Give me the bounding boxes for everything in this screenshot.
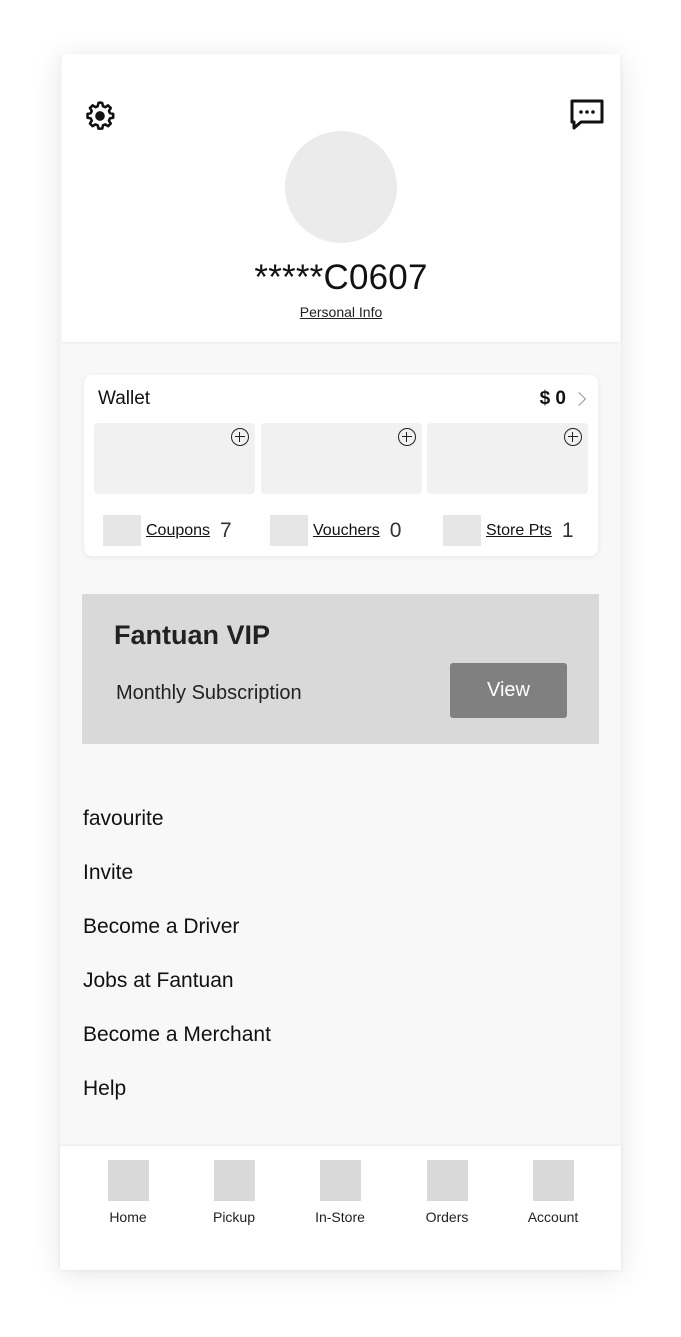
vouchers-stat[interactable]: Vouchers 0 (270, 515, 401, 546)
wallet-balance-value: $ 0 (539, 388, 566, 409)
username: *****C0607 (254, 258, 428, 297)
wallet-slot-store-pts[interactable] (427, 423, 588, 494)
orders-icon (426, 1160, 468, 1201)
personal-info-row: Personal Info (62, 304, 620, 320)
menu-list: favourite Invite Become a Driver Jobs at… (83, 800, 271, 1124)
plus-circle-icon[interactable] (231, 428, 249, 446)
chat-bubble-icon[interactable] (569, 98, 605, 132)
nav-pickup[interactable]: Pickup (194, 1160, 274, 1225)
app-screen: *****C0607 Personal Info Wallet $ 0 Coup… (60, 54, 621, 1270)
nav-label: Orders (425, 1209, 469, 1225)
plus-circle-icon[interactable] (564, 428, 582, 446)
wallet-title: Wallet (98, 388, 151, 409)
store-pts-stat[interactable]: Store Pts 1 (443, 515, 574, 546)
gear-icon[interactable] (83, 99, 117, 133)
avatar[interactable] (285, 131, 397, 243)
home-icon (107, 1160, 149, 1201)
store-icon (319, 1160, 361, 1201)
coupons-link[interactable]: Coupons (146, 522, 210, 540)
vouchers-count: 0 (389, 518, 402, 542)
nav-label: Account (527, 1209, 579, 1225)
coupon-icon (103, 515, 141, 546)
chevron-right-icon (571, 391, 587, 407)
wallet-slot-coupons[interactable] (94, 423, 255, 494)
profile-header: *****C0607 Personal Info (62, 54, 620, 342)
coupons-count: 7 (220, 518, 232, 542)
store-points-icon (443, 515, 481, 546)
nav-in-store[interactable]: In-Store (300, 1160, 380, 1225)
store-pts-count: 1 (561, 518, 574, 542)
voucher-icon (270, 515, 308, 546)
wallet-card: Wallet $ 0 Coupons 7 Vouchers 0 Store Pt… (84, 375, 598, 556)
nav-home[interactable]: Home (88, 1160, 168, 1225)
nav-orders[interactable]: Orders (407, 1160, 487, 1225)
vip-banner: Fantuan VIP Monthly Subscription View (82, 594, 599, 744)
nav-label: Home (109, 1209, 147, 1225)
vip-subtitle: Monthly Subscription (116, 682, 302, 704)
store-pts-link[interactable]: Store Pts (486, 522, 552, 540)
menu-item-jobs[interactable]: Jobs at Fantuan (83, 962, 271, 1016)
nav-label: Pickup (212, 1209, 256, 1225)
nav-label: In-Store (315, 1209, 365, 1225)
vip-view-button[interactable]: View (450, 663, 567, 718)
account-icon (532, 1160, 574, 1201)
bottom-nav: Home Pickup In-Store Orders Account (60, 1146, 621, 1270)
menu-item-favourite[interactable]: favourite (83, 800, 271, 854)
vouchers-link[interactable]: Vouchers (313, 522, 380, 540)
pickup-icon (213, 1160, 255, 1201)
coupons-stat[interactable]: Coupons 7 (103, 515, 232, 546)
menu-item-invite[interactable]: Invite (83, 854, 271, 908)
menu-item-become-merchant[interactable]: Become a Merchant (83, 1016, 271, 1070)
nav-account[interactable]: Account (513, 1160, 593, 1225)
menu-item-become-driver[interactable]: Become a Driver (83, 908, 271, 962)
plus-circle-icon[interactable] (398, 428, 416, 446)
vip-title: Fantuan VIP (114, 620, 271, 650)
personal-info-link[interactable]: Personal Info (300, 304, 383, 320)
wallet-balance[interactable]: $ 0 (539, 388, 587, 410)
menu-item-help[interactable]: Help (83, 1070, 271, 1124)
wallet-slot-vouchers[interactable] (261, 423, 422, 494)
